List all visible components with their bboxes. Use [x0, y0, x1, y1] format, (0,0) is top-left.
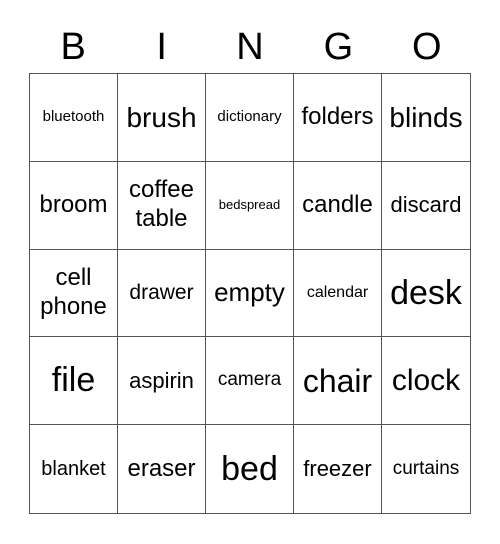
bingo-cell[interactable]: drawer	[118, 249, 206, 338]
bingo-cell[interactable]: blinds	[382, 74, 470, 162]
bingo-header: B I N G O	[29, 22, 471, 72]
bingo-cell[interactable]: camera	[206, 337, 294, 426]
bingo-cell[interactable]: discard	[382, 162, 470, 250]
bingo-cell[interactable]: folders	[294, 74, 382, 162]
bingo-cell[interactable]: broom	[30, 161, 118, 250]
header-letter-i: I	[156, 26, 167, 68]
bingo-cell[interactable]: aspirin	[118, 337, 206, 426]
bingo-cell[interactable]: desk	[382, 250, 470, 338]
bingo-cell[interactable]: cell phone	[30, 249, 118, 338]
bingo-card: bluetooth brush dictionary folders blinds bro…	[29, 73, 471, 514]
bingo-cell[interactable]: file	[30, 337, 118, 426]
header-letter-b: B	[60, 26, 86, 68]
header-letter-n: N	[236, 26, 264, 68]
bingo-cell[interactable]: clock	[382, 337, 470, 426]
bingo-cell[interactable]: calendar	[294, 249, 382, 338]
bingo-cell[interactable]: freezer	[294, 425, 382, 513]
bingo-cell[interactable]: bluetooth	[30, 74, 118, 162]
bingo-cell[interactable]: bed	[206, 425, 294, 513]
bingo-cell[interactable]: empty	[206, 249, 294, 338]
bingo-cell[interactable]: eraser	[118, 425, 206, 513]
bingo-cell[interactable]: curtains	[382, 425, 470, 513]
bingo-cell[interactable]: dictionary	[206, 74, 294, 162]
bingo-cell[interactable]: bedspread	[206, 161, 294, 250]
bingo-cell[interactable]: candle	[294, 161, 382, 250]
header-letter-o: O	[412, 26, 442, 68]
bingo-cell[interactable]: brush	[118, 74, 206, 162]
bingo-cell[interactable]: coffee table	[118, 161, 206, 250]
bingo-cell[interactable]: chair	[294, 337, 382, 426]
bingo-cell[interactable]: blanket	[30, 425, 118, 513]
header-letter-g: G	[323, 26, 354, 68]
